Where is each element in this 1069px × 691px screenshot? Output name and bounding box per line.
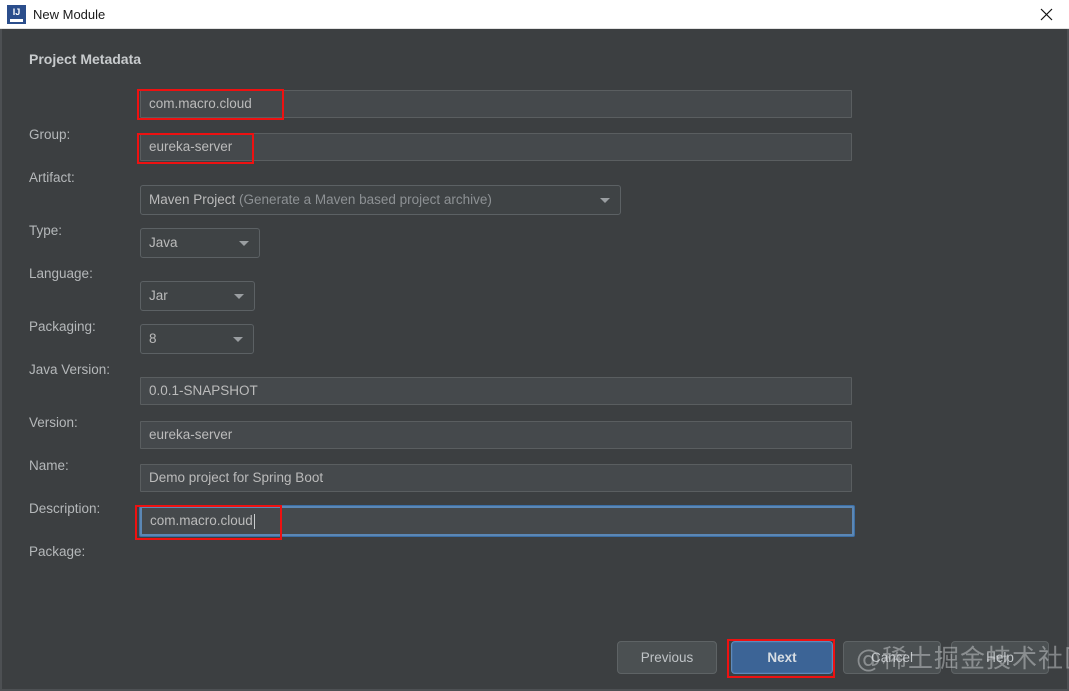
previous-button[interactable]: Previous [617, 641, 717, 674]
close-icon[interactable] [1024, 0, 1069, 29]
package-input[interactable]: com.macro.cloud [140, 506, 854, 536]
java-version-dropdown[interactable]: 8 [140, 324, 254, 354]
text-caret [253, 513, 255, 529]
language-dropdown[interactable]: Java [140, 228, 260, 258]
label-package: Package: [29, 544, 86, 559]
previous-button-label: Previous [640, 650, 694, 665]
label-packaging: Packaging: [29, 319, 96, 334]
artifact-input-value: eureka-server [149, 139, 233, 154]
label-version: Version: [29, 415, 78, 430]
label-name: Name: [29, 458, 69, 473]
description-input[interactable]: Demo project for Spring Boot [140, 464, 852, 492]
type-value-main: Maven Project [149, 192, 236, 207]
label-java-version: Java Version: [29, 362, 111, 377]
help-button-label: Help [986, 650, 1014, 665]
type-dropdown-value: Maven Project (Generate a Maven based pr… [149, 191, 492, 209]
page-title: Project Metadata [29, 51, 142, 67]
app-icon-bar [10, 19, 23, 22]
chevron-down-icon [239, 241, 249, 246]
window-titlebar: IJ New Module [0, 0, 1069, 29]
app-icon-letters: IJ [12, 7, 21, 17]
cancel-button-label: Cancel [870, 650, 914, 665]
java-version-dropdown-value: 8 [149, 331, 157, 346]
version-input-value: 0.0.1-SNAPSHOT [149, 383, 258, 398]
help-button[interactable]: Help [951, 641, 1049, 674]
name-input-value: eureka-server [149, 427, 233, 442]
close-icon-glyph [1040, 8, 1053, 21]
next-button[interactable]: Next [731, 641, 833, 674]
type-dropdown[interactable]: Maven Project (Generate a Maven based pr… [140, 185, 621, 215]
chevron-down-icon [600, 198, 610, 203]
description-input-value: Demo project for Spring Boot [149, 470, 324, 485]
cancel-button[interactable]: Cancel [843, 641, 941, 674]
version-input[interactable]: 0.0.1-SNAPSHOT [140, 377, 852, 405]
chevron-down-icon [234, 294, 244, 299]
artifact-input[interactable]: eureka-server [140, 133, 852, 161]
next-button-label: Next [767, 650, 797, 665]
group-input-value: com.macro.cloud [149, 96, 252, 111]
package-input-value: com.macro.cloud [150, 513, 253, 528]
type-value-hint: (Generate a Maven based project archive) [235, 192, 492, 207]
label-description: Description: [29, 501, 101, 516]
intellij-idea-icon: IJ [7, 5, 26, 24]
new-module-dialog: Project Metadata Group: com.macro.cloud … [0, 29, 1069, 691]
label-artifact: Artifact: [29, 170, 75, 185]
packaging-dropdown-value: Jar [149, 288, 168, 303]
name-input[interactable]: eureka-server [140, 421, 852, 449]
language-dropdown-value: Java [149, 235, 178, 250]
label-group: Group: [29, 127, 71, 142]
packaging-dropdown[interactable]: Jar [140, 281, 255, 311]
window-title: New Module [33, 7, 106, 22]
chevron-down-icon [233, 337, 243, 342]
label-type: Type: [29, 223, 63, 238]
label-language: Language: [29, 266, 93, 281]
group-input[interactable]: com.macro.cloud [140, 90, 852, 118]
